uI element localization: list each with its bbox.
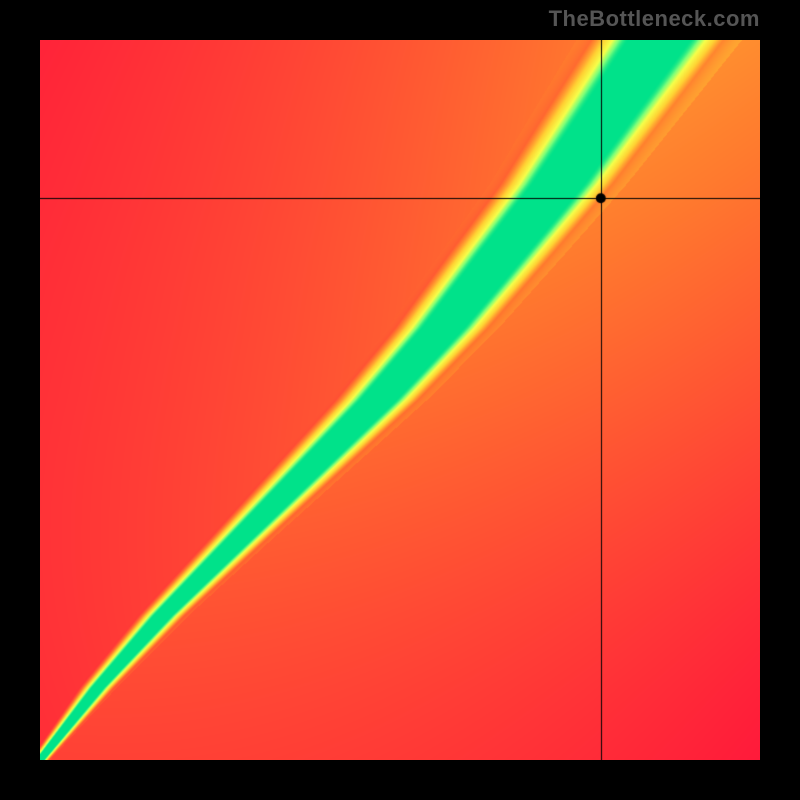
stage: TheBottleneck.com [0, 0, 800, 800]
bottleneck-heatmap [40, 40, 760, 760]
watermark-text: TheBottleneck.com [549, 6, 760, 32]
plot-frame [40, 40, 760, 760]
